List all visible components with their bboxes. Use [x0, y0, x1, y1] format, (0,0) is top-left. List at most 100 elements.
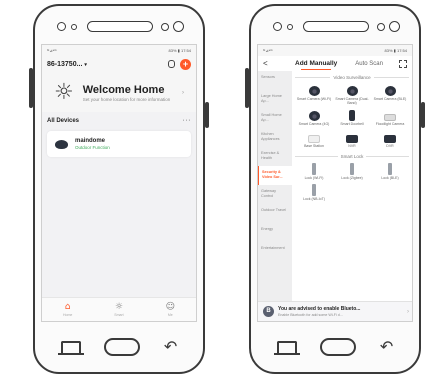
home-name: 86-13750... — [47, 60, 83, 68]
banner-text: You are advised to enable Blueto... Enab… — [278, 306, 360, 317]
product-item[interactable]: Smart Camera (Wi-Fi) — [295, 83, 333, 105]
category-item[interactable]: Security & Video Sur... — [258, 166, 292, 185]
chevron-right-icon: › — [182, 90, 184, 96]
profile-icon: ☺ — [165, 301, 175, 312]
product-item[interactable]: DVR — [371, 130, 409, 148]
welcome-title: Welcome Home — [82, 83, 165, 96]
section-title-video: Video Surveillance — [295, 75, 409, 80]
product-item[interactable]: Smart Camera (Dual-Band) — [333, 83, 371, 105]
product-icon-wrap — [349, 108, 355, 122]
sensor-icon — [161, 23, 169, 31]
bluetooth-icon: B — [263, 306, 274, 317]
tab-smart[interactable]: ☼ Smart — [114, 301, 123, 317]
device-info: maindome Outdoor Function — [75, 138, 110, 150]
volume-button[interactable] — [245, 68, 249, 108]
home-screen: ᵇᵗ⊿⁴ᴳ 83% ▮ 17:54 86-13750... ▾ + ☼ Welco… — [41, 44, 197, 322]
product-item[interactable]: NVR — [333, 130, 371, 148]
welcome-text: Welcome Home Set your home location for … — [83, 84, 171, 103]
earpiece-speaker — [303, 21, 369, 32]
tab-label: Me — [167, 312, 173, 317]
volume-button[interactable] — [29, 68, 33, 108]
tab-label: Home — [62, 312, 73, 317]
home-button[interactable] — [104, 338, 141, 356]
category-item[interactable]: Energy — [258, 223, 292, 242]
home-header: 86-13750... ▾ + — [42, 56, 196, 72]
back-icon[interactable]: ↶ — [380, 339, 393, 355]
hub-icon — [308, 134, 320, 143]
chevron-right-icon: › — [407, 308, 409, 315]
product-item[interactable]: Lock (Wi-Fi) — [295, 162, 333, 180]
product-icon-wrap — [308, 83, 320, 96]
front-camera-icon — [57, 22, 66, 31]
category-item[interactable]: Outdoor Travel — [258, 204, 292, 223]
home-selector[interactable]: 86-13750... ▾ — [47, 61, 87, 68]
product-item[interactable]: Smart Doorbell — [333, 108, 371, 126]
status-battery-time: 83% ▮ 17:54 — [384, 48, 407, 53]
product-label: Lock (NB-IoT) — [303, 196, 325, 201]
tab-add-manually[interactable]: Add Manually — [295, 60, 337, 70]
product-label: Smart Camera (4G) — [298, 122, 330, 127]
lock-grid: Lock (Wi-Fi) Lock (Zigbee) Lock (BLE) Lock … — [295, 162, 409, 201]
product-item[interactable]: Smart Camera (4G) — [295, 108, 333, 126]
camera-icon — [55, 139, 68, 149]
phone-left: ᵇᵗ⊿⁴ᴳ 83% ▮ 17:54 86-13750... ▾ + ☼ Welco… — [29, 4, 209, 374]
product-item[interactable]: Lock (BLE) — [371, 162, 409, 180]
power-button[interactable] — [421, 102, 425, 128]
welcome-subtitle: Set your home location for more informat… — [82, 96, 171, 102]
status-signal: ᵇᵗ⊿⁴ᴳ — [47, 48, 57, 53]
category-item[interactable]: Gateway Control — [258, 185, 292, 204]
product-icon-wrap — [388, 162, 392, 175]
add-device-screen: ᵇᵗ⊿⁴ᴳ 83% ▮ 17:54 < Add Manually Auto Sc… — [257, 44, 413, 322]
welcome-card[interactable]: ☼ Welcome Home Set your home location fo… — [42, 72, 196, 112]
nvr-icon — [346, 134, 358, 143]
home-button[interactable] — [320, 338, 357, 356]
product-icon-wrap — [308, 108, 320, 122]
chevron-down-icon: ▾ — [84, 61, 87, 68]
sun-icon: ☼ — [54, 80, 74, 105]
bluetooth-banner[interactable]: B You are advised to enable Blueto... En… — [258, 301, 412, 321]
add-header: < Add Manually Auto Scan — [258, 56, 412, 71]
sensor-icon — [287, 24, 293, 30]
add-device-button[interactable]: + — [180, 58, 191, 70]
power-button[interactable] — [205, 102, 209, 128]
category-item[interactable]: Kitchen Appliances — [258, 128, 292, 147]
tab-home[interactable]: ⌂ Home — [62, 301, 73, 317]
category-item[interactable]: Sensors — [258, 71, 292, 90]
category-item[interactable]: Large Home Ap... — [258, 90, 292, 109]
recents-button[interactable] — [273, 341, 300, 355]
product-item[interactable]: Floodlight Camera — [371, 108, 409, 126]
front-camera-icon — [389, 21, 400, 32]
microphone-icon[interactable] — [168, 60, 175, 68]
dome-icon — [308, 86, 320, 96]
product-item[interactable]: Lock (NB-IoT) — [295, 183, 333, 201]
product-label: Base Station — [304, 143, 324, 148]
more-icon[interactable]: ··· — [183, 117, 192, 124]
dome-icon — [308, 111, 320, 122]
sensor-icon — [377, 23, 385, 31]
product-label: Lock (Zigbee) — [341, 175, 363, 180]
device-card[interactable]: maindome Outdoor Function — [47, 131, 191, 157]
dome-icon — [384, 86, 396, 96]
all-devices-tab[interactable]: All Devices — [47, 118, 79, 124]
recents-button[interactable] — [57, 341, 84, 355]
tab-me[interactable]: ☺ Me — [165, 301, 175, 317]
back-button[interactable]: < — [263, 59, 279, 68]
scan-icon[interactable] — [399, 59, 407, 68]
product-item[interactable]: Lock (Zigbee) — [333, 162, 371, 180]
category-item[interactable]: Small Home Ap... — [258, 109, 292, 128]
product-label: Smart Camera (Wi-Fi) — [296, 97, 332, 101]
tab-auto-scan[interactable]: Auto Scan — [355, 61, 383, 67]
product-item[interactable]: Smart Camera (BLE) — [371, 83, 409, 105]
category-item[interactable]: Exercise & Health — [258, 147, 292, 166]
back-icon[interactable]: ↶ — [164, 339, 177, 355]
product-area: Video Surveillance Smart Camera (Wi-Fi) S… — [292, 71, 412, 321]
bottom-tab-bar: ⌂ Home ☼ Smart ☺ Me — [42, 297, 196, 321]
video-grid: Smart Camera (Wi-Fi) Smart Camera (Dual-B… — [295, 83, 409, 148]
smart-icon: ☼ — [114, 301, 123, 312]
product-label: Lock (Wi-Fi) — [304, 175, 324, 180]
home-icon: ⌂ — [64, 301, 71, 312]
product-item[interactable]: Base Station — [295, 130, 333, 148]
product-icon-wrap — [350, 162, 354, 175]
nav-bar: ↶ — [251, 332, 419, 362]
category-item[interactable]: Entertainment — [258, 242, 292, 261]
